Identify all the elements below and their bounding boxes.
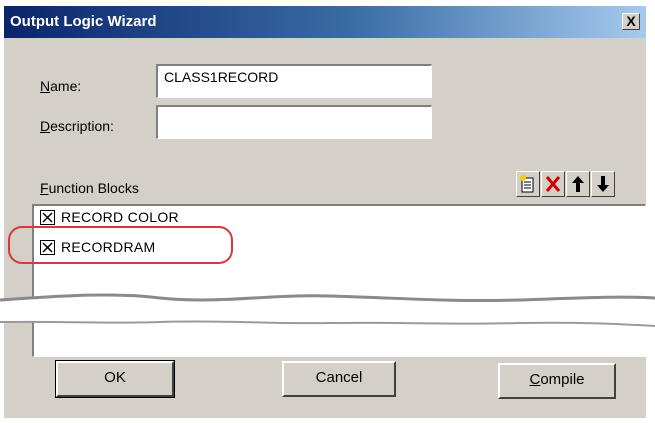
ok-button[interactable]: OK [55, 360, 175, 398]
compile-button[interactable]: Compile [498, 363, 616, 399]
window-title: Output Logic Wizard [10, 13, 157, 30]
name-input[interactable]: CLASS1RECORD [156, 64, 432, 98]
delete-block-button[interactable] [541, 171, 565, 197]
list-item[interactable]: RECORD COLOR [40, 206, 179, 228]
name-label: Name: [40, 78, 82, 94]
move-down-button[interactable] [591, 171, 615, 197]
output-logic-wizard-dialog: Output Logic Wizard X Name: CLASS1RECORD… [4, 6, 646, 418]
new-block-icon [520, 175, 534, 193]
delete-block-icon [545, 176, 561, 192]
close-button[interactable]: X [622, 13, 640, 30]
move-up-arrow-icon [572, 176, 584, 192]
cancel-button-label: Cancel [315, 369, 363, 386]
checkbox-checked-icon[interactable] [40, 209, 55, 225]
ok-button-label: OK [104, 369, 126, 386]
new-block-button[interactable] [516, 171, 540, 197]
compile-button-label: Compile [529, 371, 585, 388]
cancel-button[interactable]: Cancel [282, 361, 396, 397]
close-icon: X [626, 13, 636, 29]
description-input[interactable] [156, 105, 432, 139]
move-down-arrow-icon [597, 176, 609, 192]
move-up-button[interactable] [566, 171, 590, 197]
annotation-highlight-ring [8, 226, 233, 264]
title-bar[interactable]: Output Logic Wizard X [4, 6, 646, 38]
list-item-label: RECORD COLOR [61, 209, 179, 225]
torn-edge-graphic [0, 293, 655, 327]
function-blocks-label: Function Blocks [40, 180, 139, 196]
description-label: Description: [40, 118, 114, 134]
